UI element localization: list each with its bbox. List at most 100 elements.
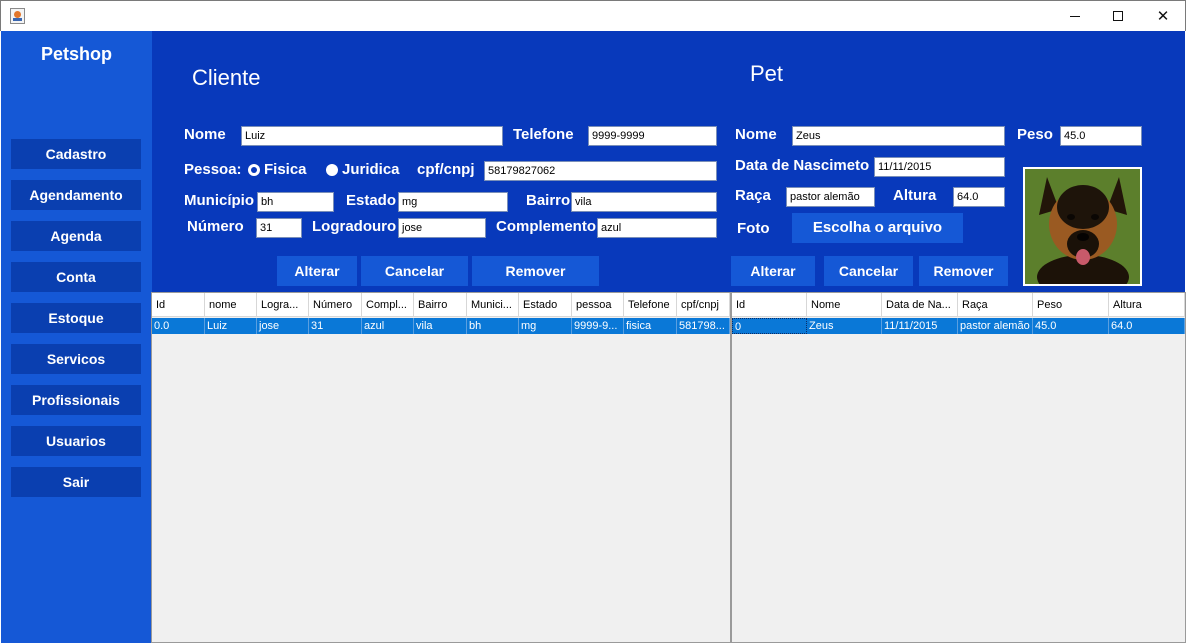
pessoa-label: Pessoa: (184, 161, 242, 178)
pet-title: Pet (750, 61, 784, 86)
nav-usuarios-button[interactable]: Usuarios (11, 426, 141, 456)
complemento-field[interactable]: azul (597, 218, 717, 238)
table-cell[interactable]: azul (362, 318, 414, 334)
bairro-label: Bairro (526, 192, 571, 209)
table-cell[interactable]: bh (467, 318, 519, 334)
estado-label: Estado (346, 192, 397, 209)
juridica-label: Juridica (342, 161, 400, 178)
table-header[interactable]: Compl... (362, 293, 414, 317)
table-cell[interactable]: 11/11/2015 (882, 318, 958, 334)
minimize-icon (1070, 16, 1080, 17)
fisica-radio[interactable] (248, 164, 260, 176)
table-header[interactable]: Número (309, 293, 362, 317)
nav-sair-button[interactable]: Sair (11, 467, 141, 497)
cliente-title: Cliente (192, 65, 261, 90)
altura-label: Altura (893, 187, 937, 204)
table-header[interactable]: Id (732, 293, 807, 317)
maximize-button[interactable] (1095, 1, 1141, 31)
sidebar: Petshop Cadastro Agendamento Agenda Cont… (1, 31, 152, 643)
peso-label: Peso (1017, 126, 1053, 143)
bairro-field[interactable]: vila (571, 192, 717, 212)
table-cell[interactable]: 45.0 (1033, 318, 1109, 334)
close-button[interactable]: ✕ (1140, 1, 1186, 31)
numero-label: Número (187, 218, 244, 235)
peso-field[interactable]: 45.0 (1060, 126, 1142, 146)
choose-file-button[interactable]: Escolha o arquivo (792, 213, 963, 243)
pet-photo (1023, 167, 1142, 286)
table-cell[interactable]: 581798... (677, 318, 730, 334)
nascimento-label: Data de Nascimeto (735, 157, 870, 174)
table-header[interactable]: Raça (958, 293, 1033, 317)
table-cell[interactable]: jose (257, 318, 309, 334)
table-cell[interactable]: fisica (624, 318, 677, 334)
german-shepherd-image (1025, 169, 1140, 284)
nav-cadastro-button[interactable]: Cadastro (11, 139, 141, 169)
table-header[interactable]: Bairro (414, 293, 467, 317)
maximize-icon (1113, 11, 1123, 21)
complemento-label: Complemento (496, 218, 597, 235)
altura-field[interactable]: 64.0 (953, 187, 1005, 207)
estado-field[interactable]: mg (398, 192, 508, 212)
logradouro-label: Logradouro (312, 218, 397, 235)
pet-alterar-button[interactable]: Alterar (731, 256, 815, 286)
table-cell[interactable]: 9999-9... (572, 318, 624, 334)
foto-label: Foto (737, 220, 770, 237)
close-icon: ✕ (1156, 7, 1170, 25)
pet-remover-button[interactable]: Remover (919, 256, 1008, 286)
cpf-cnpj-label: cpf/cnpj (417, 161, 475, 178)
table-cell[interactable]: mg (519, 318, 572, 334)
telefone-label: Telefone (513, 126, 574, 143)
cliente-remover-button[interactable]: Remover (472, 256, 599, 286)
table-header[interactable]: pessoa (572, 293, 624, 317)
pet-nome-field[interactable]: Zeus (792, 126, 1005, 146)
nav-estoque-button[interactable]: Estoque (11, 303, 141, 333)
cliente-nome-label: Nome (184, 126, 226, 143)
table-header[interactable]: Data de Na... (882, 293, 958, 317)
table-header[interactable]: nome (205, 293, 257, 317)
table-cell[interactable]: 0 (732, 318, 807, 334)
window-title-bar: ✕ (0, 0, 1186, 31)
nav-agenda-button[interactable]: Agenda (11, 221, 141, 251)
clientes-table[interactable]: Id nome Logra... Número Compl... Bairro … (151, 292, 731, 643)
java-app-icon (10, 8, 25, 24)
brand-title: Petshop (40, 44, 112, 64)
table-header[interactable]: Logra... (257, 293, 309, 317)
telefone-field[interactable]: 9999-9999 (588, 126, 717, 146)
fisica-label: Fisica (264, 161, 307, 178)
table-cell[interactable]: Zeus (807, 318, 882, 334)
pet-cancelar-button[interactable]: Cancelar (824, 256, 913, 286)
table-header[interactable]: cpf/cnpj (677, 293, 730, 317)
numero-field[interactable]: 31 (256, 218, 302, 238)
form-panel: Cliente Nome Luiz Telefone 9999-9999 Pes… (152, 31, 1185, 292)
cliente-alterar-button[interactable]: Alterar (277, 256, 357, 286)
raca-label: Raça (735, 187, 771, 204)
nav-agendamento-button[interactable]: Agendamento (11, 180, 141, 210)
nav-conta-button[interactable]: Conta (11, 262, 141, 292)
table-header[interactable]: Telefone (624, 293, 677, 317)
raca-field[interactable]: pastor alemão (786, 187, 875, 207)
nascimento-field[interactable]: 11/11/2015 (874, 157, 1005, 177)
pet-nome-label: Nome (735, 126, 777, 143)
minimize-button[interactable] (1052, 1, 1098, 31)
table-cell[interactable]: pastor alemão (958, 318, 1033, 334)
table-header[interactable]: Munici... (467, 293, 519, 317)
table-header[interactable]: Estado (519, 293, 572, 317)
table-header[interactable]: Peso (1033, 293, 1109, 317)
table-header[interactable]: Nome (807, 293, 882, 317)
table-header[interactable]: Altura (1109, 293, 1185, 317)
municipio-field[interactable]: bh (257, 192, 334, 212)
pets-table[interactable]: Id Nome Data de Na... Raça Peso Altura 0… (731, 292, 1186, 643)
nav-profissionais-button[interactable]: Profissionais (11, 385, 141, 415)
table-cell[interactable]: Luiz (205, 318, 257, 334)
table-cell[interactable]: 31 (309, 318, 362, 334)
table-cell[interactable]: 64.0 (1109, 318, 1185, 334)
table-cell[interactable]: vila (414, 318, 467, 334)
logradouro-field[interactable]: jose (398, 218, 486, 238)
cliente-cancelar-button[interactable]: Cancelar (361, 256, 468, 286)
table-cell[interactable]: 0.0 (152, 318, 205, 334)
juridica-radio[interactable] (326, 164, 338, 176)
nav-servicos-button[interactable]: Servicos (11, 344, 141, 374)
cliente-nome-field[interactable]: Luiz (241, 126, 503, 146)
table-header[interactable]: Id (152, 293, 205, 317)
cpf-cnpj-field[interactable]: 58179827062 (484, 161, 717, 181)
